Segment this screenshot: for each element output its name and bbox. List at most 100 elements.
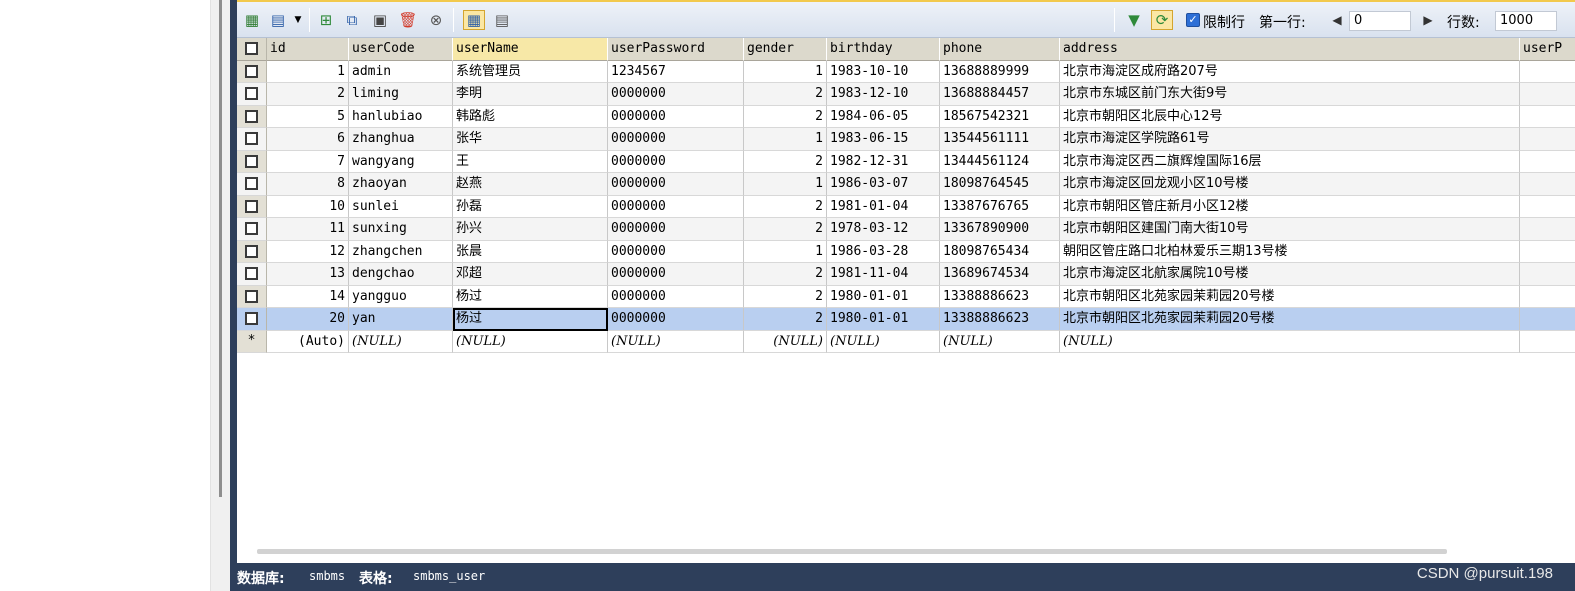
cell-userPassword[interactable]: 0000000 [608, 218, 744, 241]
column-header-gender[interactable]: gender [744, 38, 827, 61]
table-row[interactable]: 1 admin 系统管理员 1234567 1 1983-10-10 13688889999… [237, 60, 1575, 83]
cell-userName[interactable]: 赵燕 [453, 173, 608, 196]
cell-gender[interactable]: 2 [744, 150, 827, 173]
add-row-icon[interactable]: ⊞ [315, 10, 337, 30]
cell-birthday[interactable]: 1980-01-01 [827, 308, 940, 331]
cell-address[interactable]: (NULL) [1060, 330, 1520, 353]
cell-phone[interactable]: 13689674534 [940, 263, 1060, 286]
copy-row-icon[interactable]: ⧉ [341, 10, 363, 30]
cell-userP[interactable] [1520, 173, 1575, 196]
cell-userPassword[interactable]: 0000000 [608, 150, 744, 173]
cell-userPassword[interactable]: 0000000 [608, 308, 744, 331]
cell-birthday[interactable]: 1978-03-12 [827, 218, 940, 241]
cell-gender[interactable]: 2 [744, 263, 827, 286]
cancel-changes-icon[interactable]: ⊗ [425, 10, 447, 30]
cell-address[interactable]: 朝阳区管庄路口北柏林爱乐三期13号楼 [1060, 240, 1520, 263]
text-view-icon[interactable]: ▤ [491, 10, 513, 30]
table-row[interactable]: 7 wangyang 王 0000000 2 1982-12-31 13444561124 北… [237, 150, 1575, 173]
cell-userP[interactable] [1520, 196, 1575, 218]
cell-userPassword[interactable]: 0000000 [608, 240, 744, 263]
cell-userCode[interactable]: (NULL) [349, 330, 453, 353]
cell-phone[interactable]: 13688889999 [940, 60, 1060, 83]
cell-userP[interactable] [1520, 128, 1575, 151]
column-header-phone[interactable]: phone [940, 38, 1060, 61]
cell-gender[interactable]: 1 [744, 60, 827, 83]
cell-userPassword[interactable]: (NULL) [608, 330, 744, 353]
cell-address[interactable]: 北京市海淀区学院路61号 [1060, 128, 1520, 151]
cell-id[interactable]: 5 [267, 105, 349, 128]
cell-userName[interactable]: (NULL) [453, 330, 608, 353]
cell-userCode[interactable]: zhaoyan [349, 173, 453, 196]
cell-userCode[interactable]: dengchao [349, 263, 453, 286]
table-row[interactable]: 8 zhaoyan 赵燕 0000000 1 1986-03-07 18098764545 北… [237, 173, 1575, 196]
cell-phone[interactable]: 13444561124 [940, 150, 1060, 173]
filter-icon[interactable]: ▼ [1123, 10, 1145, 30]
cell-birthday[interactable]: 1986-03-07 [827, 173, 940, 196]
cell-userName[interactable]: 孙磊 [453, 195, 608, 218]
cell-id[interactable]: 14 [267, 285, 349, 308]
row-select-checkbox[interactable] [237, 195, 267, 218]
cell-id[interactable]: 10 [267, 195, 349, 218]
column-header-id[interactable]: id [267, 38, 349, 61]
cell-userName[interactable]: 孙兴 [453, 218, 608, 241]
table-row[interactable]: 13 dengchao 邓超 0000000 2 1981-11-04 1368967453… [237, 263, 1575, 286]
column-header-address[interactable]: address [1060, 38, 1520, 61]
table-row[interactable]: 20 yan 杨过 0000000 2 1980-01-01 13388886623 北京市朝… [237, 308, 1575, 331]
delete-icon[interactable]: 🗑 [397, 10, 419, 30]
cell-phone[interactable]: (NULL) [940, 330, 1060, 353]
cell-id[interactable]: 7 [267, 150, 349, 173]
cell-address[interactable]: 北京市海淀区回龙观小区10号楼 [1060, 173, 1520, 196]
row-select-checkbox[interactable] [237, 105, 267, 128]
cell-birthday[interactable]: (NULL) [827, 330, 940, 353]
row-select-checkbox[interactable] [237, 150, 267, 173]
cell-address[interactable]: 北京市东城区前门东大街9号 [1060, 83, 1520, 106]
column-header-birthday[interactable]: birthday [827, 38, 940, 61]
cell-phone[interactable]: 13544561111 [940, 128, 1060, 151]
cell-userPassword[interactable]: 0000000 [608, 263, 744, 286]
table-row[interactable]: 6 zhanghua 张华 0000000 1 1983-06-15 13544561111… [237, 128, 1575, 151]
cell-userName[interactable]: 系统管理员 [453, 60, 608, 83]
cell-userCode[interactable]: sunlei [349, 195, 453, 218]
cell-phone[interactable]: 18098764545 [940, 173, 1060, 196]
previous-page-icon[interactable]: ◀ [1326, 10, 1348, 30]
cell-userCode[interactable]: admin [349, 60, 453, 83]
cell-userP[interactable] [1520, 308, 1575, 331]
row-select-checkbox[interactable] [237, 218, 267, 241]
cell-birthday[interactable]: 1984-06-05 [827, 105, 940, 128]
cell-birthday[interactable]: 1986-03-28 [827, 240, 940, 263]
cell-phone[interactable]: 18567542321 [940, 105, 1060, 128]
cell-userName[interactable]: 杨过 [453, 285, 608, 308]
cell-gender[interactable]: 2 [744, 285, 827, 308]
new-row[interactable]: * (Auto) (NULL) (NULL) (NULL) (NULL) (NULL) (NU… [237, 330, 1575, 353]
cell-address[interactable]: 北京市朝阳区管庄新月小区12楼 [1060, 195, 1520, 218]
rows-count-input[interactable]: 1000 [1495, 11, 1557, 31]
cell-userName[interactable]: 王 [453, 150, 608, 173]
refresh-icon[interactable]: ⟳ [1151, 10, 1173, 30]
cell-userP[interactable] [1520, 263, 1575, 286]
cell-userName[interactable]: 李明 [453, 83, 608, 106]
cell-birthday[interactable]: 1983-10-10 [827, 60, 940, 83]
cell-gender[interactable]: 1 [744, 240, 827, 263]
save-icon[interactable]: ▣ [369, 10, 391, 30]
next-page-icon[interactable]: ▶ [1417, 10, 1439, 30]
cell-gender[interactable]: 2 [744, 195, 827, 218]
cell-phone[interactable]: 13388886623 [940, 308, 1060, 331]
cell-userP[interactable] [1520, 151, 1575, 173]
table-row[interactable]: 14 yangguo 杨过 0000000 2 1980-01-01 13388886623… [237, 285, 1575, 308]
cell-address[interactable]: 北京市海淀区北航家属院10号楼 [1060, 263, 1520, 286]
insert-row-icon[interactable]: ▦ [241, 10, 263, 30]
cell-id[interactable]: 1 [267, 60, 349, 83]
cell-id[interactable]: (Auto) [267, 330, 349, 353]
cell-userPassword[interactable]: 0000000 [608, 128, 744, 151]
cell-id[interactable]: 2 [267, 83, 349, 106]
cell-address[interactable]: 北京市海淀区成府路207号 [1060, 60, 1520, 83]
cell-birthday[interactable]: 1983-06-15 [827, 128, 940, 151]
cell-userP[interactable] [1520, 218, 1575, 241]
row-select-checkbox[interactable] [237, 60, 267, 83]
cell-gender[interactable]: 2 [744, 308, 827, 331]
row-select-checkbox[interactable] [237, 308, 267, 331]
cell-userP[interactable] [1520, 83, 1575, 106]
cell-userName[interactable]: 韩路彪 [453, 105, 608, 128]
cell-birthday[interactable]: 1981-01-04 [827, 195, 940, 218]
row-select-checkbox[interactable] [237, 173, 267, 196]
